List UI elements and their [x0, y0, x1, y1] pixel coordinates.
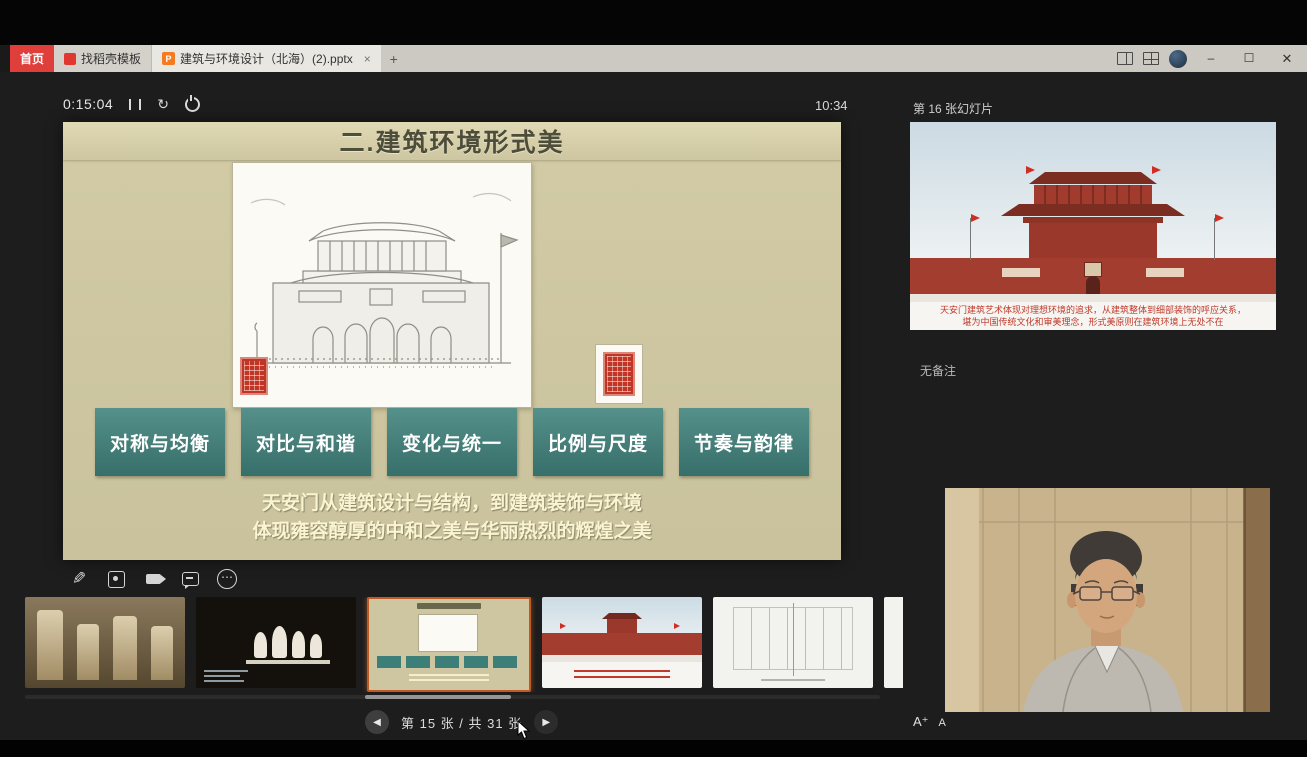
more-options-icon[interactable]: ⋯ [216, 568, 238, 590]
timer-controls: 0:15:04 ↻ [63, 96, 200, 112]
reset-timer-icon[interactable]: ↻ [157, 97, 169, 111]
new-tab-button[interactable]: + [381, 45, 407, 72]
camera-icon[interactable] [142, 568, 164, 590]
thumbnail-slide-models[interactable] [196, 597, 356, 688]
user-avatar[interactable] [1169, 50, 1187, 68]
next-slide-button[interactable]: ▶ [534, 710, 558, 734]
thumbnail-slide-tiananmen-photo[interactable] [542, 597, 702, 688]
font-increase-button[interactable]: A⁺ [913, 714, 929, 730]
presenter-view: 0:15:04 ↻ 10:34 二.建筑环境形式美 [0, 72, 1307, 740]
engraving-drawing [233, 163, 529, 405]
comment-icon[interactable] [179, 568, 201, 590]
pen-tool-icon[interactable]: ✎ [68, 568, 90, 590]
red-seal-stamp-left [240, 357, 268, 395]
preview-captions: 天安门建筑艺术体现对理想环境的追求，从建筑整体到细部装饰的呼应关系， 堪为中国传… [910, 302, 1276, 330]
thumbnail-slide-current[interactable] [367, 597, 531, 692]
slide-caption-line1: 天安门从建筑设计与结构，到建筑装饰与环境 [63, 488, 841, 515]
tabbar-right-controls: – ☐ ✕ [1117, 45, 1307, 72]
slide-caption-line2: 体现雍容醇厚的中和之美与华丽热烈的辉煌之美 [63, 516, 841, 543]
minimize-button[interactable]: – [1197, 45, 1225, 72]
wall-clock: 10:34 [815, 98, 848, 113]
tab-home[interactable]: 首页 [10, 45, 54, 72]
principle-rhythm: 节奏与韵律 [679, 408, 809, 476]
thumbnail-scrollbar[interactable] [365, 695, 511, 699]
slide-thumbnail-strip [25, 597, 903, 692]
tab-document-active[interactable]: P 建筑与环境设计（北海）(2).pptx × [152, 45, 381, 72]
seal-patch [595, 344, 643, 404]
tab-close-icon[interactable]: × [364, 52, 371, 66]
laser-pointer-icon[interactable] [105, 568, 127, 590]
window-bottom-strip [0, 740, 1307, 757]
maximize-button[interactable]: ☐ [1235, 45, 1263, 72]
annotation-toolbar: ✎ ⋯ [68, 568, 238, 590]
tab-home-label: 首页 [20, 50, 44, 67]
principle-contrast: 对比与和谐 [241, 408, 371, 476]
pause-timer-icon[interactable] [129, 99, 141, 110]
notes-font-controls: A⁺ A [913, 714, 946, 730]
current-slide-canvas[interactable]: 二.建筑环境形式美 [63, 122, 841, 560]
tab-template-label: 找稻壳模板 [81, 50, 141, 67]
elapsed-timer: 0:15:04 [63, 96, 113, 112]
red-seal-stamp-right [603, 352, 635, 396]
browser-tab-bar: 首页 找稻壳模板 P 建筑与环境设计（北海）(2).pptx × + – ☐ ✕ [0, 45, 1307, 72]
docer-icon [64, 53, 76, 65]
window-top-strip [0, 0, 1307, 45]
preview-caption-line1: 天安门建筑艺术体现对理想环境的追求，从建筑整体到细部装饰的呼应关系， [910, 304, 1276, 316]
next-slide-preview: 天安门建筑艺术体现对理想环境的追求，从建筑整体到细部装饰的呼应关系， 堪为中国传… [910, 122, 1276, 330]
grid-view-icon[interactable] [1143, 52, 1159, 65]
tiananmen-engraving-image [232, 162, 532, 408]
previous-slide-button[interactable]: ◀ [365, 710, 389, 734]
tab-document-label: 建筑与环境设计（北海）(2).pptx [180, 50, 353, 67]
presenter-sidebar: 第 16 张幻灯片 天安门建筑艺术体现对理想环境的追求，从建筑整体到细部装饰的呼… [905, 72, 1307, 740]
speaker-notes: 无备注 [920, 362, 956, 379]
webcam-video [945, 488, 1270, 712]
thumbnail-slide-stone-carvings[interactable] [25, 597, 185, 688]
preview-caption-line2: 堪为中国传统文化和审美理念，形式美原则在建筑环境上无处不在 [910, 316, 1276, 328]
slide-position-label: 第 15 张 / 共 31 张 [401, 713, 522, 732]
tabbar-corner [0, 45, 10, 72]
split-view-icon[interactable] [1117, 52, 1133, 65]
thumbnail-slide-plan-drawing[interactable] [713, 597, 873, 688]
next-slide-label: 第 16 张幻灯片 [913, 100, 993, 117]
font-decrease-button[interactable]: A [939, 717, 946, 729]
presenter-main: 0:15:04 ↻ 10:34 二.建筑环境形式美 [0, 72, 905, 740]
thumbnail-slide-partial[interactable] [884, 597, 903, 688]
ppt-file-icon: P [162, 52, 175, 65]
slide-title: 二.建筑环境形式美 [340, 123, 565, 159]
close-button[interactable]: ✕ [1273, 45, 1301, 72]
end-show-icon[interactable] [185, 97, 200, 112]
red-flag-icon [1215, 214, 1224, 222]
red-flag-icon [971, 214, 980, 222]
design-principles-row: 对称与均衡 对比与和谐 变化与统一 比例与尺度 节奏与韵律 [95, 408, 809, 476]
slide-title-band: 二.建筑环境形式美 [63, 122, 841, 160]
principle-variation: 变化与统一 [387, 408, 517, 476]
red-flag-icon [1026, 166, 1035, 174]
presenter-person [945, 488, 1270, 712]
preview-portrait [1084, 262, 1102, 277]
tab-template-store[interactable]: 找稻壳模板 [54, 45, 152, 72]
principle-proportion: 比例与尺度 [533, 408, 663, 476]
principle-symmetry: 对称与均衡 [95, 408, 225, 476]
thumbnail-scrollbar-track[interactable] [25, 695, 880, 699]
mouse-cursor [517, 720, 531, 740]
red-flag-icon [1152, 166, 1161, 174]
